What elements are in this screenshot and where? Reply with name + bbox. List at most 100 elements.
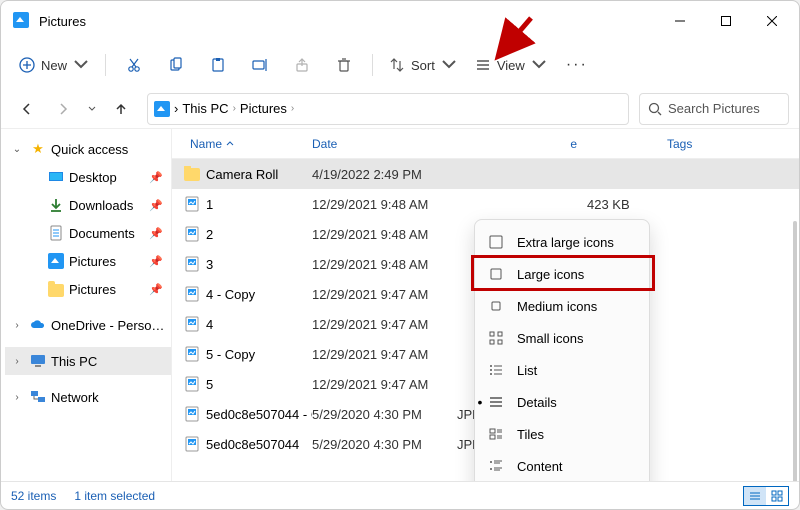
pin-icon: 📌 — [149, 199, 163, 212]
paste-button[interactable] — [198, 47, 238, 83]
chevron-right-icon: › — [174, 101, 178, 116]
file-name: 3 — [206, 257, 213, 272]
menu-icon — [487, 394, 505, 410]
tree-thispc[interactable]: › This PC — [5, 347, 171, 375]
file-name: 2 — [206, 227, 213, 242]
crumb-thispc[interactable]: This PC› — [182, 101, 236, 116]
view-menu-item[interactable]: Small icons — [475, 322, 649, 354]
menu-label: Medium icons — [517, 299, 597, 314]
forward-button[interactable] — [47, 93, 79, 125]
view-menu-item[interactable]: Medium icons — [475, 290, 649, 322]
menu-label: Extra large icons — [517, 235, 614, 250]
file-name: 5ed0c8e507044 — [206, 437, 299, 452]
sort-button[interactable]: Sort — [381, 47, 465, 83]
window-title: Pictures — [39, 14, 86, 29]
file-name: Camera Roll — [206, 167, 278, 182]
chevron-right-icon: › — [9, 392, 25, 403]
cut-button[interactable] — [114, 47, 154, 83]
menu-icon — [487, 330, 505, 346]
file-date: 12/29/2021 9:47 AM — [312, 347, 457, 362]
view-menu-item[interactable]: Large icons — [475, 258, 649, 290]
sidebar-item[interactable]: Downloads📌 — [23, 191, 171, 219]
more-button[interactable]: ··· — [557, 47, 597, 83]
close-button[interactable] — [749, 5, 795, 37]
status-selected: 1 item selected — [74, 489, 155, 503]
file-name: 5ed0c8e507044 - Co... — [206, 407, 312, 422]
sort-label: Sort — [411, 58, 435, 73]
new-button[interactable]: New — [11, 47, 97, 83]
recent-button[interactable] — [83, 93, 101, 125]
toolbar: New Sort View ··· — [1, 41, 799, 89]
address-bar[interactable]: › This PC› Pictures› — [147, 93, 629, 125]
list-icon — [475, 57, 491, 73]
search-box[interactable]: Search Pictures — [639, 93, 789, 125]
search-placeholder: Search Pictures — [668, 101, 760, 116]
titlebar: Pictures — [1, 1, 799, 41]
tree-network[interactable]: › Network — [5, 383, 171, 411]
minimize-button[interactable] — [657, 5, 703, 37]
file-icon — [184, 226, 200, 242]
tree-quick-access[interactable]: ⌄ ★ Quick access — [5, 135, 171, 163]
delete-button[interactable] — [324, 47, 364, 83]
status-count: 52 items — [11, 489, 56, 503]
location-icon — [154, 101, 170, 117]
view-menu-item[interactable]: List — [475, 354, 649, 386]
chevron-down-icon — [73, 57, 89, 73]
sidebar-item[interactable]: Desktop📌 — [23, 163, 171, 191]
file-icon — [184, 376, 200, 392]
file-date: 5/29/2020 4:30 PM — [312, 407, 457, 422]
sidebar-item[interactable]: Pictures📌 — [23, 275, 171, 303]
view-menu-item[interactable]: •Details — [475, 386, 649, 418]
sidebar-item[interactable]: Documents📌 — [23, 219, 171, 247]
pin-icon: 📌 — [149, 171, 163, 184]
menu-icon — [487, 458, 505, 474]
share-button[interactable] — [282, 47, 322, 83]
view-menu-item[interactable]: Tiles — [475, 418, 649, 450]
file-date: 12/29/2021 9:48 AM — [312, 227, 457, 242]
pin-icon: 📌 — [149, 227, 163, 240]
download-icon — [47, 196, 65, 214]
copy-button[interactable] — [156, 47, 196, 83]
search-icon — [648, 102, 662, 116]
column-tags[interactable]: Tags — [667, 137, 799, 151]
file-name: 5 - Copy — [206, 347, 255, 362]
sort-asc-icon — [226, 140, 234, 148]
file-date: 12/29/2021 9:48 AM — [312, 257, 457, 272]
file-date: 4/19/2022 2:49 PM — [312, 167, 457, 182]
pin-icon: 📌 — [149, 283, 163, 296]
menu-label: Large icons — [517, 267, 584, 282]
column-name[interactable]: Name — [172, 137, 312, 151]
pin-icon: 📌 — [149, 255, 163, 268]
column-headers: Name Date e Tags — [172, 129, 799, 159]
file-name: 4 - Copy — [206, 287, 255, 302]
file-date: 12/29/2021 9:48 AM — [312, 197, 457, 212]
thumbnails-view-toggle[interactable] — [766, 487, 788, 505]
view-menu-item[interactable]: Extra large icons — [475, 226, 649, 258]
file-icon — [184, 256, 200, 272]
tree-onedrive[interactable]: › OneDrive - Personal — [5, 311, 171, 339]
table-row[interactable]: Camera Roll 4/19/2022 2:49 PM — [172, 159, 799, 189]
star-icon: ★ — [29, 140, 47, 158]
file-icon — [184, 436, 200, 452]
column-date[interactable]: Date — [312, 137, 457, 151]
menu-label: List — [517, 363, 537, 378]
rename-button[interactable] — [240, 47, 280, 83]
details-view-toggle[interactable] — [744, 487, 766, 505]
view-button[interactable]: View — [467, 47, 555, 83]
file-name: 1 — [206, 197, 213, 212]
maximize-button[interactable] — [703, 5, 749, 37]
chevron-right-icon: › — [9, 320, 25, 331]
vertical-scrollbar[interactable] — [793, 221, 797, 481]
up-button[interactable] — [105, 93, 137, 125]
chevron-down-icon — [441, 57, 457, 73]
file-icon — [184, 166, 200, 182]
file-date: 12/29/2021 9:47 AM — [312, 377, 457, 392]
back-button[interactable] — [11, 93, 43, 125]
view-menu-item[interactable]: Content — [475, 450, 649, 481]
table-row[interactable]: 112/29/2021 9:48 AM423 KB — [172, 189, 799, 219]
chevron-down-icon: ⌄ — [9, 144, 25, 155]
crumb-pictures[interactable]: Pictures› — [240, 101, 294, 116]
sidebar-item[interactable]: Pictures📌 — [23, 247, 171, 275]
chevron-down-icon — [531, 57, 547, 73]
column-type[interactable]: e — [457, 137, 587, 151]
